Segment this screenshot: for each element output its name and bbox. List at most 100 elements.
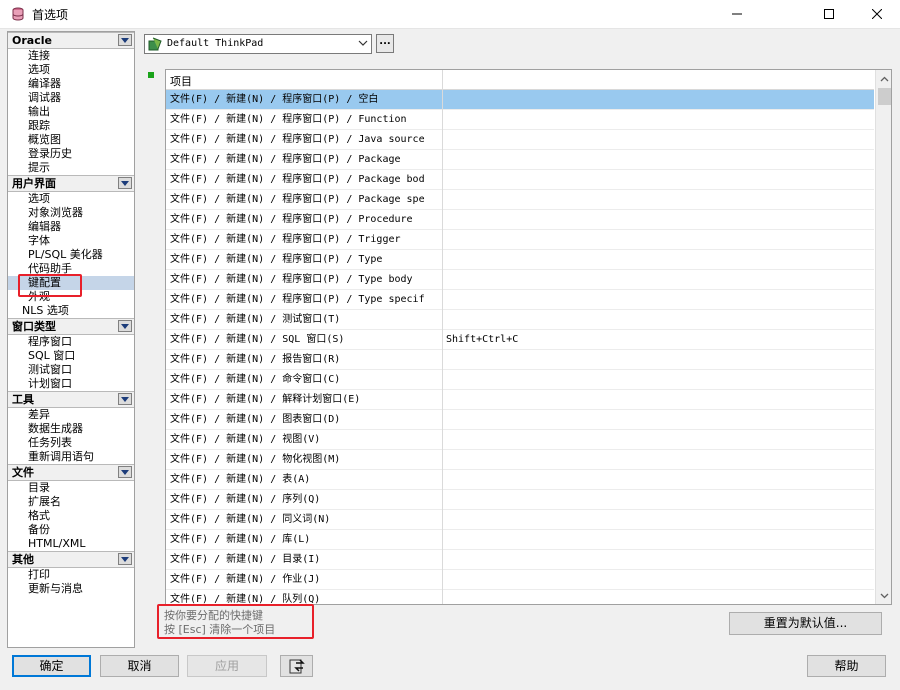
help-button[interactable]: 帮助 <box>807 655 886 677</box>
command-cell: 文件(F) / 新建(N) / 视图(V) <box>170 434 321 445</box>
command-cell: 文件(F) / 新建(N) / 队列(Q) <box>170 594 321 605</box>
group-header-oracle[interactable]: Oracle <box>8 32 134 49</box>
nav-item-ui-options[interactable]: 选项 <box>8 192 134 206</box>
command-cell: 文件(F) / 新建(N) / 程序窗口(P) / 空白 <box>170 94 379 105</box>
table-row[interactable]: 文件(F) / 新建(N) / 序列(Q) <box>166 490 874 510</box>
chevron-down-icon[interactable] <box>118 466 132 478</box>
table-row[interactable]: 文件(F) / 新建(N) / 目录(I) <box>166 550 874 570</box>
table-row[interactable]: 文件(F) / 新建(N) / 视图(V) <box>166 430 874 450</box>
nav-item-debugger[interactable]: 调试器 <box>8 91 134 105</box>
vertical-scrollbar[interactable] <box>875 70 891 604</box>
nav-item-editor[interactable]: 编辑器 <box>8 220 134 234</box>
nav-item-print[interactable]: 打印 <box>8 568 134 582</box>
table-row[interactable]: 文件(F) / 新建(N) / 程序窗口(P) / Type body <box>166 270 874 290</box>
command-cell: 文件(F) / 新建(N) / 程序窗口(P) / Type <box>170 254 383 265</box>
command-cell: 文件(F) / 新建(N) / 同义词(N) <box>170 514 331 525</box>
scroll-down-button[interactable] <box>876 587 891 604</box>
table-row[interactable]: 文件(F) / 新建(N) / 程序窗口(P) / Type <box>166 250 874 270</box>
nav-item-backup[interactable]: 备份 <box>8 523 134 537</box>
group-header-tools[interactable]: 工具 <box>8 391 134 408</box>
group-label: 文件 <box>12 466 34 479</box>
chevron-down-icon[interactable] <box>118 553 132 565</box>
table-row[interactable]: 文件(F) / 新建(N) / 表(A) <box>166 470 874 490</box>
import-export-button[interactable] <box>280 655 313 677</box>
table-row[interactable]: 文件(F) / 新建(N) / SQL 窗口(S) Shift+Ctrl+C <box>166 330 874 350</box>
group-header-files[interactable]: 文件 <box>8 464 134 481</box>
nav-item-trace[interactable]: 跟踪 <box>8 119 134 133</box>
command-cell: 文件(F) / 新建(N) / 报告窗口(R) <box>170 354 341 365</box>
nav-item-program-window[interactable]: 程序窗口 <box>8 335 134 349</box>
table-row[interactable]: 文件(F) / 新建(N) / 程序窗口(P) / Type specif <box>166 290 874 310</box>
nav-item-plan-window[interactable]: 计划窗口 <box>8 377 134 391</box>
command-cell: 文件(F) / 新建(N) / 目录(I) <box>170 554 321 565</box>
nav-item-data-generator[interactable]: 数据生成器 <box>8 422 134 436</box>
nav-item-login-history[interactable]: 登录历史 <box>8 147 134 161</box>
table-row[interactable]: 文件(F) / 新建(N) / 解释计划窗口(E) <box>166 390 874 410</box>
transfer-icon <box>289 659 305 674</box>
command-cell: 文件(F) / 新建(N) / 程序窗口(P) / Trigger <box>170 234 401 245</box>
command-cell: 文件(F) / 新建(N) / 作业(J) <box>170 574 321 585</box>
nav-item-diff[interactable]: 差异 <box>8 408 134 422</box>
nav-item-updates-messages[interactable]: 更新与消息 <box>8 582 134 596</box>
nav-item-test-window[interactable]: 测试窗口 <box>8 363 134 377</box>
profile-more-button[interactable]: ... <box>376 34 394 53</box>
shortcut-cell[interactable]: Shift+Ctrl+C <box>446 330 518 349</box>
table-row[interactable]: 文件(F) / 新建(N) / 程序窗口(P) / Package bod <box>166 170 874 190</box>
table-row[interactable]: 文件(F) / 新建(N) / 程序窗口(P) / Function <box>166 110 874 130</box>
window-title: 首选项 <box>32 8 69 22</box>
chevron-down-icon[interactable] <box>118 34 132 46</box>
table-row[interactable]: 文件(F) / 新建(N) / 测试窗口(T) <box>166 310 874 330</box>
table-row[interactable]: 文件(F) / 新建(N) / 报告窗口(R) <box>166 350 874 370</box>
table-row[interactable]: 文件(F) / 新建(N) / 程序窗口(P) / Procedure <box>166 210 874 230</box>
table-row[interactable]: 文件(F) / 新建(N) / 程序窗口(P) / Java source <box>166 130 874 150</box>
command-cell: 文件(F) / 新建(N) / 程序窗口(P) / Package <box>170 154 401 165</box>
table-row[interactable]: 文件(F) / 新建(N) / 命令窗口(C) <box>166 370 874 390</box>
nav-item-recall-statement[interactable]: 重新调用语句 <box>8 450 134 464</box>
nav-item-hints[interactable]: 提示 <box>8 161 134 175</box>
reset-defaults-button[interactable]: 重置为默认值... <box>729 612 882 635</box>
minimize-button[interactable] <box>714 0 760 28</box>
ok-button[interactable]: 确定 <box>12 655 91 677</box>
table-row[interactable]: 文件(F) / 新建(N) / 作业(J) <box>166 570 874 590</box>
cancel-button[interactable]: 取消 <box>100 655 179 677</box>
chevron-down-icon[interactable] <box>118 320 132 332</box>
nav-item-output[interactable]: 输出 <box>8 105 134 119</box>
nav-item-extensions[interactable]: 扩展名 <box>8 495 134 509</box>
apply-button[interactable]: 应用 <box>187 655 267 677</box>
table-row[interactable]: 文件(F) / 新建(N) / 队列(Q) <box>166 590 874 605</box>
nav-item-connection[interactable]: 连接 <box>8 49 134 63</box>
nav-item-sql-window[interactable]: SQL 窗口 <box>8 349 134 363</box>
nav-item-task-list[interactable]: 任务列表 <box>8 436 134 450</box>
nav-item-compiler[interactable]: 编译器 <box>8 77 134 91</box>
table-row[interactable]: 文件(F) / 新建(N) / 库(L) <box>166 530 874 550</box>
key-profile-select[interactable]: Default ThinkPad <box>144 34 372 54</box>
maximize-button[interactable] <box>806 0 852 28</box>
group-header-other[interactable]: 其他 <box>8 551 134 568</box>
nav-item-plsql-beautifier[interactable]: PL/SQL 美化器 <box>8 248 134 262</box>
nav-item-object-browser[interactable]: 对象浏览器 <box>8 206 134 220</box>
scroll-thumb[interactable] <box>878 88 891 105</box>
table-row[interactable]: 文件(F) / 新建(N) / 程序窗口(P) / Package <box>166 150 874 170</box>
chevron-down-icon[interactable] <box>118 177 132 189</box>
table-row[interactable]: 文件(F) / 新建(N) / 程序窗口(P) / 空白 <box>166 90 874 110</box>
chevron-down-icon[interactable] <box>118 393 132 405</box>
close-button[interactable] <box>854 0 900 28</box>
nav-item-directories[interactable]: 目录 <box>8 481 134 495</box>
group-header-window-types[interactable]: 窗口类型 <box>8 318 134 335</box>
key-config-grid[interactable]: 项目 文件(F) / 新建(N) / 程序窗口(P) / 空白 文件(F) / 新… <box>165 69 892 605</box>
column-divider[interactable] <box>442 70 443 604</box>
table-row[interactable]: 文件(F) / 新建(N) / 程序窗口(P) / Package spe <box>166 190 874 210</box>
nav-item-nls-options[interactable]: NLS 选项 <box>8 304 134 318</box>
group-header-user-interface[interactable]: 用户界面 <box>8 175 134 192</box>
nav-item-fonts[interactable]: 字体 <box>8 234 134 248</box>
table-row[interactable]: 文件(F) / 新建(N) / 物化视图(M) <box>166 450 874 470</box>
profile-icon <box>148 37 162 51</box>
table-row[interactable]: 文件(F) / 新建(N) / 同义词(N) <box>166 510 874 530</box>
table-row[interactable]: 文件(F) / 新建(N) / 程序窗口(P) / Trigger <box>166 230 874 250</box>
nav-item-html-xml[interactable]: HTML/XML <box>8 537 134 551</box>
nav-item-format[interactable]: 格式 <box>8 509 134 523</box>
nav-item-overview[interactable]: 概览图 <box>8 133 134 147</box>
table-row[interactable]: 文件(F) / 新建(N) / 图表窗口(D) <box>166 410 874 430</box>
nav-item-options[interactable]: 选项 <box>8 63 134 77</box>
scroll-up-button[interactable] <box>876 70 891 87</box>
